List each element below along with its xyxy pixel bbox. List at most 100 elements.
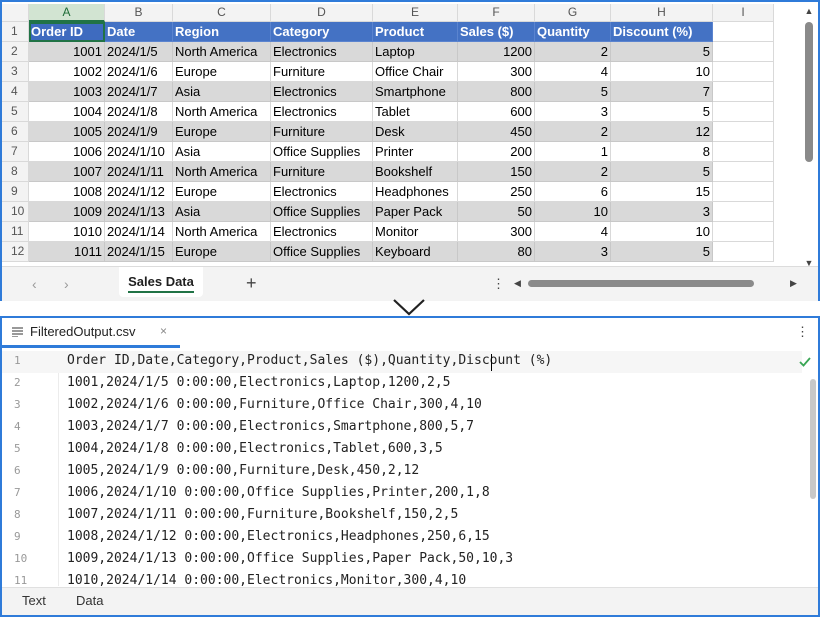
table-cell[interactable]: 1006 — [29, 142, 105, 162]
table-cell[interactable]: 5 — [611, 242, 713, 262]
empty-cell[interactable] — [713, 242, 774, 262]
table-cell[interactable]: 12 — [611, 122, 713, 142]
column-header-i[interactable]: I — [713, 4, 774, 22]
table-cell[interactable]: Asia — [173, 142, 271, 162]
editor-line[interactable]: 2 1001,2024/1/5 0:00:00,Electronics,Lapto… — [2, 373, 802, 395]
table-cell[interactable]: 1005 — [29, 122, 105, 142]
table-cell[interactable]: Europe — [173, 62, 271, 82]
empty-cell[interactable] — [713, 162, 774, 182]
table-cell[interactable]: Europe — [173, 122, 271, 142]
table-cell[interactable]: Office Supplies — [271, 242, 373, 262]
table-cell[interactable]: 2 — [535, 42, 611, 62]
table-cell[interactable]: Desk — [373, 122, 458, 142]
table-cell[interactable]: North America — [173, 222, 271, 242]
row-number[interactable]: 9 — [2, 182, 29, 202]
table-cell[interactable]: 300 — [458, 222, 535, 242]
table-cell[interactable]: 4 — [535, 222, 611, 242]
table-cell[interactable]: Keyboard — [373, 242, 458, 262]
table-cell[interactable]: Monitor — [373, 222, 458, 242]
header-cell[interactable]: Category — [271, 22, 373, 42]
editor-line[interactable]: 8 1007,2024/1/11 0:00:00,Furniture,Booksh… — [2, 505, 802, 527]
horizontal-scroll-thumb[interactable] — [528, 280, 754, 287]
vertical-scrollbar[interactable]: ▲ ▼ — [802, 4, 816, 268]
table-cell[interactable]: North America — [173, 42, 271, 62]
row-number[interactable]: 11 — [2, 222, 29, 242]
table-cell[interactable]: Furniture — [271, 62, 373, 82]
table-cell[interactable]: 2024/1/11 — [105, 162, 173, 182]
editor-scroll-thumb[interactable] — [810, 379, 816, 499]
table-cell[interactable]: Europe — [173, 182, 271, 202]
table-cell[interactable]: Paper Pack — [373, 202, 458, 222]
table-cell[interactable]: 5 — [535, 82, 611, 102]
table-cell[interactable]: 1200 — [458, 42, 535, 62]
tab-text[interactable]: Text — [22, 593, 46, 608]
table-cell[interactable]: 2024/1/7 — [105, 82, 173, 102]
column-header-c[interactable]: C — [173, 4, 271, 22]
table-cell[interactable]: 2024/1/8 — [105, 102, 173, 122]
vertical-scroll-thumb[interactable] — [805, 22, 813, 162]
table-cell[interactable]: 250 — [458, 182, 535, 202]
table-cell[interactable]: Europe — [173, 242, 271, 262]
prev-sheet-icon[interactable]: ‹ — [32, 276, 37, 292]
empty-cell[interactable] — [713, 102, 774, 122]
table-cell[interactable]: Headphones — [373, 182, 458, 202]
row-number[interactable]: 12 — [2, 242, 29, 262]
table-cell[interactable]: 7 — [611, 82, 713, 102]
table-cell[interactable]: 1004 — [29, 102, 105, 122]
table-cell[interactable]: 3 — [535, 102, 611, 122]
editor-line[interactable]: 7 1006,2024/1/10 0:00:00,Office Supplies,… — [2, 483, 802, 505]
table-cell[interactable]: Laptop — [373, 42, 458, 62]
table-cell[interactable]: Electronics — [271, 102, 373, 122]
table-cell[interactable]: 2024/1/13 — [105, 202, 173, 222]
empty-cell[interactable] — [713, 142, 774, 162]
table-cell[interactable]: 1010 — [29, 222, 105, 242]
table-cell[interactable]: 3 — [611, 202, 713, 222]
editor-line[interactable]: 9 1008,2024/1/12 0:00:00,Electronics,Head… — [2, 527, 802, 549]
table-cell[interactable]: 8 — [611, 142, 713, 162]
table-cell[interactable]: 5 — [611, 162, 713, 182]
table-cell[interactable]: 5 — [611, 102, 713, 122]
table-cell[interactable]: 800 — [458, 82, 535, 102]
tab-data[interactable]: Data — [76, 593, 103, 608]
table-cell[interactable]: 1002 — [29, 62, 105, 82]
add-sheet-button[interactable]: + — [246, 273, 257, 294]
row-number[interactable]: 8 — [2, 162, 29, 182]
select-all-corner[interactable] — [2, 4, 29, 22]
close-icon[interactable]: × — [160, 324, 167, 338]
row-number[interactable]: 5 — [2, 102, 29, 122]
table-cell[interactable]: North America — [173, 162, 271, 182]
table-cell[interactable]: 1 — [535, 142, 611, 162]
table-cell[interactable]: 300 — [458, 62, 535, 82]
table-cell[interactable]: 1008 — [29, 182, 105, 202]
empty-cell[interactable] — [713, 182, 774, 202]
table-cell[interactable]: 150 — [458, 162, 535, 182]
file-tab[interactable]: FilteredOutput.csv × — [2, 318, 180, 348]
table-cell[interactable]: 2 — [535, 162, 611, 182]
table-cell[interactable]: 1009 — [29, 202, 105, 222]
editor-line[interactable]: 4 1003,2024/1/7 0:00:00,Electronics,Smart… — [2, 417, 802, 439]
sheet-more-icon[interactable]: ⋮ — [492, 276, 505, 292]
table-cell[interactable]: 2024/1/9 — [105, 122, 173, 142]
table-cell[interactable]: Furniture — [271, 162, 373, 182]
table-cell[interactable]: 2024/1/5 — [105, 42, 173, 62]
table-cell[interactable]: 10 — [611, 62, 713, 82]
column-header-b[interactable]: B — [105, 4, 173, 22]
header-cell[interactable]: Region — [173, 22, 271, 42]
empty-cell[interactable] — [713, 222, 774, 242]
table-cell[interactable]: 3 — [535, 242, 611, 262]
table-cell[interactable]: 600 — [458, 102, 535, 122]
table-cell[interactable]: 1007 — [29, 162, 105, 182]
sheet-tab-sales-data[interactable]: Sales Data — [119, 267, 203, 297]
editor-line[interactable]: 11 1010,2024/1/14 0:00:00,Electronics,Mon… — [2, 571, 802, 586]
header-cell[interactable]: Order ID — [29, 22, 105, 42]
table-cell[interactable]: 15 — [611, 182, 713, 202]
column-header-a[interactable]: A — [29, 4, 105, 22]
row-number[interactable]: 2 — [2, 42, 29, 62]
table-cell[interactable]: 50 — [458, 202, 535, 222]
table-cell[interactable]: Electronics — [271, 82, 373, 102]
horizontal-scrollbar[interactable]: ◀ ▶ — [514, 278, 800, 290]
table-cell[interactable]: Furniture — [271, 122, 373, 142]
header-cell[interactable]: Discount (%) — [611, 22, 713, 42]
empty-cell[interactable] — [713, 42, 774, 62]
table-cell[interactable]: Office Supplies — [271, 142, 373, 162]
